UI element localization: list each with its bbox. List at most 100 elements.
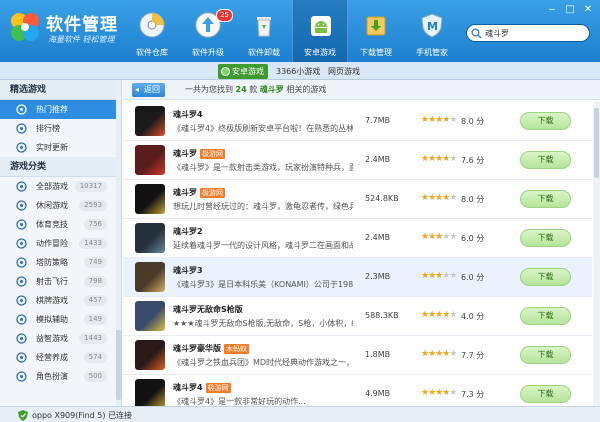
app-row[interactable]: 魂斗罗豪华版木蚂蚁《魂斗罗之铁血兵团》MD时代经典动作游戏之一，游戏... 1.8… xyxy=(123,336,592,375)
sidebar-item-category[interactable]: 全部游戏 10317 xyxy=(0,177,121,196)
tab-android-games[interactable]: 安卓游戏 xyxy=(218,64,268,79)
mask-icon xyxy=(16,371,27,382)
card-icon xyxy=(16,295,27,306)
app-description: 延续着魂斗罗一代的设计风格，魂斗罗二在画面和战... xyxy=(173,241,353,250)
sidebar-item-label: 热门推荐 xyxy=(36,105,68,114)
minimize-button[interactable]: ‒ xyxy=(544,3,560,16)
category-count-badge: 749 xyxy=(83,257,107,268)
download-button[interactable]: 下载 xyxy=(520,268,571,286)
app-name[interactable]: 魂斗罗豪华版 木蚂蚁 xyxy=(173,343,249,354)
app-name[interactable]: 魂斗罗无敌命S枪版 xyxy=(173,304,243,315)
maximize-button[interactable]: □ xyxy=(562,3,578,16)
download-button[interactable]: 下载 xyxy=(520,385,571,403)
app-description: ★★★魂斗罗无敌命S枪版,无敌命，S枪，小体积，绝... xyxy=(173,319,353,328)
download-button[interactable]: 下载 xyxy=(520,112,571,130)
app-row[interactable]: 魂斗罗2 延续着魂斗罗一代的设计风格，魂斗罗二在画面和战... 2.4MB ★★★★★… xyxy=(123,219,592,258)
app-icon[interactable] xyxy=(135,106,165,136)
nav-software-uninstall[interactable]: 软件卸载 xyxy=(236,0,292,62)
app-icon[interactable] xyxy=(135,301,165,331)
app-size: 2.4MB xyxy=(365,155,391,164)
app-name[interactable]: 魂斗罗4 xyxy=(173,109,203,120)
sidebar-item-category[interactable]: 模拟辅助 149 xyxy=(0,310,121,329)
coffee-icon xyxy=(16,200,27,211)
sidebar-item-category[interactable]: 射击飞行 798 xyxy=(0,272,121,291)
tab-web-games[interactable]: 网页游戏 xyxy=(324,64,364,79)
tab-label: 安卓游戏 xyxy=(232,67,264,76)
rating-score: 6.0 分 xyxy=(461,273,485,282)
ball-icon xyxy=(16,219,27,230)
app-icon[interactable] xyxy=(135,223,165,253)
category-count-badge: 2593 xyxy=(79,200,107,211)
rating-score: 7.3 分 xyxy=(461,390,485,399)
trophy-icon xyxy=(16,123,27,134)
android-dot-icon xyxy=(221,67,230,76)
rating-score: 7.6 分 xyxy=(461,156,485,165)
app-name-text: 魂斗罗豪华版 xyxy=(173,344,221,353)
sidebar-scrollbar[interactable] xyxy=(116,80,121,406)
main-content: 返回 一共为您找到 24 款 魂斗罗 相关的游戏 魂斗罗4 《魂斗罗4》终极版刷新… xyxy=(123,80,600,406)
app-name[interactable]: 魂斗罗3 xyxy=(173,265,203,276)
download-button[interactable]: 下载 xyxy=(520,346,571,364)
scroll-thumb[interactable] xyxy=(116,330,121,400)
app-row[interactable]: 魂斗罗极游网《魂斗罗》是一款射击类游戏，玩家扮演特种兵，面对大... 2.4MB ★… xyxy=(123,141,592,180)
app-icon[interactable] xyxy=(135,184,165,214)
app-description: 《魂斗罗4》是一款非常好玩的动作... xyxy=(173,397,306,406)
nav-phone-guard[interactable]: M 手机管家 xyxy=(404,0,460,62)
sidebar-item-category[interactable]: 经营养成 574 xyxy=(0,348,121,367)
list-scrollbar[interactable] xyxy=(593,102,600,406)
app-name[interactable]: 魂斗罗 极游网 xyxy=(173,148,225,159)
close-button[interactable]: ✕ xyxy=(580,3,596,16)
main-nav: 软件仓库 25 软件升级 软件卸载 安卓游戏 下载管理 M 手机管家 xyxy=(124,0,460,62)
sidebar-item-category[interactable]: 益智游戏 1443 xyxy=(0,329,121,348)
search-input[interactable]: 魂斗罗 xyxy=(466,24,590,42)
sidebar-item-category[interactable]: 动作冒险 1433 xyxy=(0,234,121,253)
run-icon xyxy=(16,238,27,249)
sidebar-item-featured[interactable]: 实时更新 xyxy=(0,138,121,157)
source-tag: 极游网 xyxy=(200,188,225,198)
nav-android-games[interactable]: 安卓游戏 xyxy=(292,0,348,62)
coin-icon xyxy=(16,352,27,363)
app-name-text: 魂斗罗 xyxy=(173,188,197,197)
app-icon[interactable] xyxy=(135,145,165,175)
app-name[interactable]: 魂斗罗4 极游网 xyxy=(173,382,231,393)
download-button[interactable]: 下载 xyxy=(520,151,571,169)
back-button[interactable]: 返回 xyxy=(132,83,165,97)
scroll-thumb[interactable] xyxy=(594,108,599,178)
app-name-text: 魂斗罗4 xyxy=(173,110,203,119)
app-row[interactable]: 魂斗罗3 《魂斗罗3》是日本科乐美（KONAMI）公司于1988... 2.3MB ★… xyxy=(123,258,592,297)
download-button[interactable]: 下载 xyxy=(520,190,571,208)
rating-stars: ★★★★★ xyxy=(421,271,457,281)
sidebar-item-category[interactable]: 塔防策略 749 xyxy=(0,253,121,272)
app-row[interactable]: 魂斗罗4 极游网 《魂斗罗4》是一款非常好玩的动作... 4.9MB ★★★★★ 7.3 … xyxy=(123,375,592,406)
app-row[interactable]: 魂斗罗 极游网 想玩儿时曾经玩过的：魂斗罗，激龟忍者传，绿色兵... 524.8KB ★… xyxy=(123,180,592,219)
sidebar-item-label: 动作冒险 xyxy=(36,239,68,248)
app-name[interactable]: 魂斗罗 极游网 xyxy=(173,187,225,198)
sidebar-item-label: 全部游戏 xyxy=(36,182,68,191)
search-icon[interactable] xyxy=(471,28,482,39)
app-row[interactable]: 魂斗罗4 《魂斗罗4》终极版刷新安卓平台啦！在熟悉的丛林... 7.7MB ★★★★★… xyxy=(123,102,592,141)
nav-software-store[interactable]: 软件仓库 xyxy=(124,0,180,62)
app-name[interactable]: 魂斗罗2 xyxy=(173,226,203,237)
sidebar-item-category[interactable]: 角色扮演 500 xyxy=(0,367,121,386)
sidebar-item-featured[interactable]: 热门推荐 xyxy=(0,100,121,119)
app-icon[interactable] xyxy=(135,379,165,406)
result-bar: 返回 一共为您找到 24 款 魂斗罗 相关的游戏 xyxy=(123,80,600,100)
sidebar-item-featured[interactable]: 排行榜 xyxy=(0,119,121,138)
download-button[interactable]: 下载 xyxy=(520,307,571,325)
sub-tab-bar: 安卓游戏 3366小游戏 网页游戏 xyxy=(0,62,600,80)
nav-software-upgrade[interactable]: 25 软件升级 xyxy=(180,0,236,62)
app-description: 想玩儿时曾经玩过的：魂斗罗，激龟忍者传，绿色兵... xyxy=(173,202,353,211)
sidebar-item-category[interactable]: 棋牌游戏 457 xyxy=(0,291,121,310)
sidebar-item-label: 益智游戏 xyxy=(36,334,68,343)
sidebar-item-category[interactable]: 休闲游戏 2593 xyxy=(0,196,121,215)
download-button[interactable]: 下载 xyxy=(520,229,571,247)
app-row[interactable]: 魂斗罗无敌命S枪版 ★★★魂斗罗无敌命S枪版,无敌命，S枪，小体积，绝... 588… xyxy=(123,297,592,336)
nav-download-manager[interactable]: 下载管理 xyxy=(348,0,404,62)
nav-label: 软件卸载 xyxy=(248,48,280,57)
sidebar-item-category[interactable]: 体育竞技 756 xyxy=(0,215,121,234)
app-icon[interactable] xyxy=(135,340,165,370)
star-icon: ★ xyxy=(449,349,457,359)
tab-3366-games[interactable]: 3366小游戏 xyxy=(272,64,324,79)
app-icon[interactable] xyxy=(135,262,165,292)
category-count-badge: 149 xyxy=(83,314,107,325)
